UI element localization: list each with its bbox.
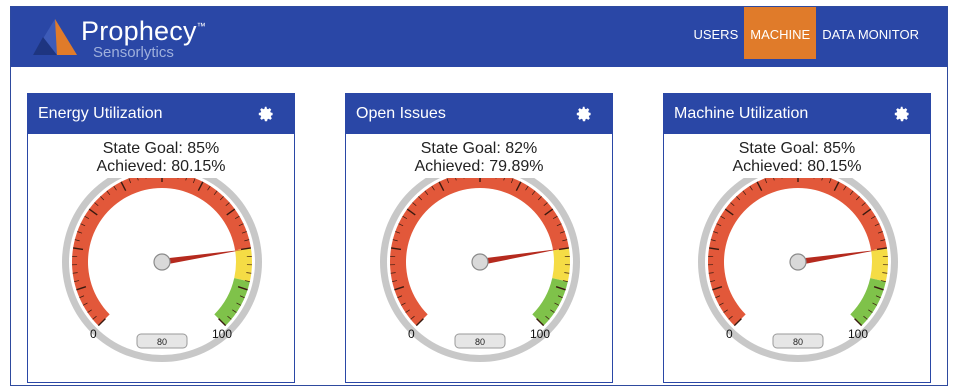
- app-window: Prophecy™ Sensorlytics USERS MACHINE DAT…: [10, 6, 948, 386]
- card-header: Machine Utilization: [664, 94, 930, 134]
- nav-tab-machine[interactable]: MACHINE: [744, 7, 817, 59]
- card-open-issues: Open Issues State Goal: 82% Achieved: 79…: [345, 93, 613, 383]
- gauge: 0 100 80: [62, 178, 262, 362]
- card-machine-utilization: Machine Utilization State Goal: 85% Achi…: [663, 93, 931, 383]
- brand-logo[interactable]: Prophecy™ Sensorlytics: [33, 15, 223, 61]
- gauge-max-label: 100: [848, 327, 868, 341]
- gauge-min-label: 0: [408, 327, 415, 341]
- logo-mark-icon: [33, 19, 77, 55]
- gear-icon[interactable]: [258, 106, 274, 122]
- gauge-hub: [471, 253, 489, 271]
- gauge-max-label: 100: [212, 327, 232, 341]
- nav-tab-users[interactable]: USERS: [687, 7, 744, 59]
- gauge-min-label: 0: [90, 327, 97, 341]
- gear-icon[interactable]: [894, 106, 910, 122]
- card-title: Energy Utilization: [38, 105, 163, 122]
- gauge-hub: [153, 253, 171, 271]
- top-navigation-bar: Prophecy™ Sensorlytics USERS MACHINE DAT…: [11, 7, 947, 67]
- brand-tagline: Sensorlytics: [93, 44, 174, 61]
- card-energy-utilization: Energy Utilization State Goal: 85% Achie…: [27, 93, 295, 383]
- card-header: Energy Utilization: [28, 94, 294, 134]
- state-goal: State Goal: 85%: [102, 140, 220, 157]
- achieved-value: Achieved: 79.89%: [414, 158, 544, 175]
- gauge-min-label: 0: [726, 327, 733, 341]
- card-title: Open Issues: [356, 105, 446, 122]
- achieved-value: Achieved: 80.15%: [732, 158, 862, 175]
- gauge-readout: 80: [475, 337, 485, 347]
- gauge-hub: [789, 253, 807, 271]
- card-header: Open Issues: [346, 94, 612, 134]
- gauge-readout: 80: [157, 337, 167, 347]
- brand-name: Prophecy™: [81, 16, 206, 46]
- gauge: 0 100 80: [698, 178, 898, 362]
- nav-tab-data-monitor[interactable]: DATA MONITOR: [816, 7, 925, 59]
- gauge-readout: 80: [793, 337, 803, 347]
- state-goal: State Goal: 85%: [738, 140, 856, 157]
- gear-icon[interactable]: [576, 106, 592, 122]
- card-title: Machine Utilization: [674, 105, 809, 122]
- state-goal: State Goal: 82%: [420, 140, 538, 157]
- main-nav: USERS MACHINE DATA MONITOR: [687, 7, 925, 59]
- gauge: 0 100 80: [380, 178, 580, 362]
- achieved-value: Achieved: 80.15%: [96, 158, 226, 175]
- gauge-max-label: 100: [530, 327, 550, 341]
